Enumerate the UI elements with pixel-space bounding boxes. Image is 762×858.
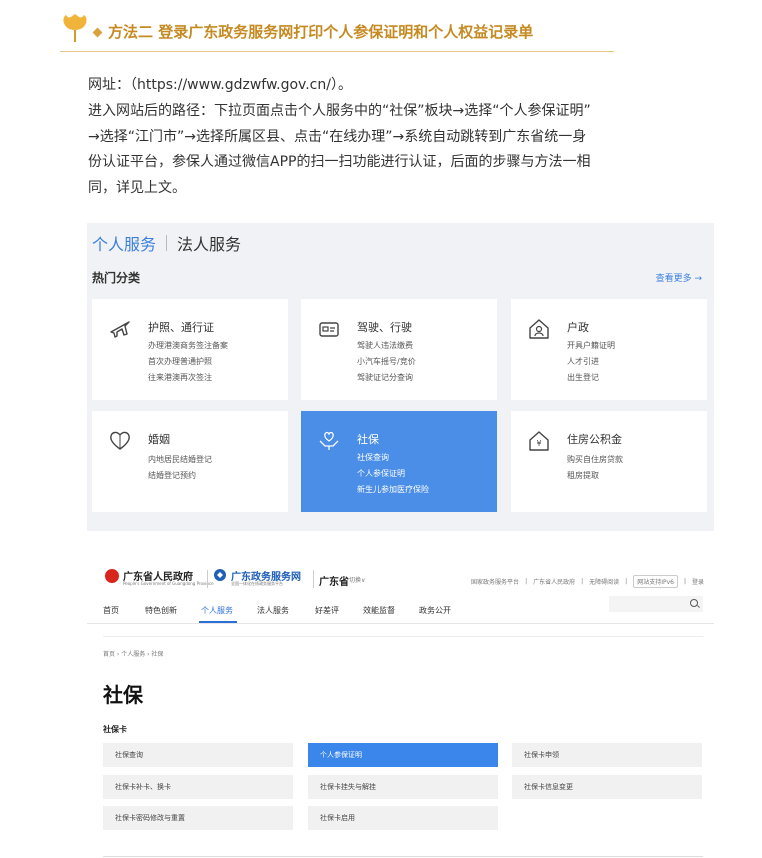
card-title: 社保	[357, 433, 379, 446]
card-link[interactable]: 社保查询	[357, 452, 389, 463]
nav-supervision[interactable]: 效能监督	[363, 605, 395, 616]
card-link[interactable]: 小汽车摇号/竞价	[357, 356, 416, 367]
gov-name-en: People's Government of Guangdong Provinc…	[123, 581, 214, 586]
svg-text:¥: ¥	[536, 439, 541, 448]
house-person-icon	[529, 319, 549, 339]
top-links: 国家政务服务平台 | 广东省人民政府 | 无障碍阅读 | 网站支持IPv6 | …	[471, 575, 704, 588]
header-divider	[207, 570, 208, 588]
tab-personal-service[interactable]: 个人服务	[92, 231, 156, 255]
nav-feedback[interactable]: 好差评	[315, 605, 339, 616]
card-link[interactable]: 个人参保证明	[357, 468, 405, 479]
heading-underline	[60, 14, 614, 52]
nav-featured[interactable]: 特色创新	[145, 605, 177, 616]
category-card-marriage[interactable]: 婚姻 内地居民结婚登记 结婚登记预约	[92, 411, 288, 512]
site-subtitle: 全国一体化在线政务服务平台	[231, 581, 283, 586]
province-label: 广东省	[319, 577, 349, 588]
search-icon[interactable]	[690, 599, 698, 607]
header-divider	[313, 570, 314, 588]
card-title: 驾驶、行驶	[357, 321, 412, 334]
divider	[103, 636, 703, 637]
service-button-card-info-change[interactable]: 社保卡信息变更	[512, 775, 702, 799]
page-title: 社保	[103, 683, 143, 707]
top-link-provincial-gov[interactable]: 广东省人民政府	[533, 577, 575, 586]
social-security-page-screenshot: 广东省人民政府 People's Government of Guangdong…	[87, 556, 714, 858]
nav-gov-affairs[interactable]: 政务公开	[419, 605, 451, 616]
tab-divider	[166, 235, 168, 251]
card-link[interactable]: 首次办理普通护照	[148, 356, 212, 367]
category-card-social-security[interactable]: 社保 社保查询 个人参保证明 新生儿参加医疗保险	[301, 411, 497, 512]
url-paragraph: 网址：（https://www.gdzwfw.gov.cn/）。	[88, 77, 352, 93]
login-link[interactable]: 登录	[692, 577, 704, 586]
yuan-house-icon: ¥	[529, 431, 549, 451]
card-link[interactable]: 开具户籍证明	[567, 340, 615, 351]
card-link[interactable]: 驾驶人违法缴费	[357, 340, 413, 351]
care-hands-icon	[319, 431, 339, 450]
card-link[interactable]: 新生儿参加医疗保险	[357, 484, 429, 495]
service-button-card-apply[interactable]: 社保卡申领	[512, 743, 702, 767]
service-button-query[interactable]: 社保查询	[103, 743, 293, 767]
service-button-card-replace[interactable]: 社保卡补卡、换卡	[103, 775, 293, 799]
service-button-card-password[interactable]: 社保卡密码修改与重置	[103, 806, 293, 830]
top-link-separator: |	[581, 578, 584, 585]
card-title: 户政	[567, 321, 589, 334]
tab-legal-service[interactable]: 法人服务	[177, 231, 241, 255]
top-link-accessible-reading[interactable]: 无障碍阅读	[589, 577, 619, 586]
category-card-household[interactable]: 户政 开具户籍证明 人才引进 出生登记	[511, 299, 707, 400]
card-link[interactable]: 驾驶证记分查询	[357, 372, 413, 383]
view-more-link[interactable]: 查看更多 →	[656, 271, 702, 284]
card-link[interactable]: 往来港澳再次签注	[148, 372, 212, 383]
search-input[interactable]	[609, 596, 703, 612]
card-link[interactable]: 出生登记	[567, 372, 599, 383]
nav-legal-service[interactable]: 法人服务	[257, 605, 289, 616]
national-emblem-icon	[105, 569, 119, 583]
site-header: 广东省人民政府 People's Government of Guangdong…	[87, 556, 714, 600]
nav-active-indicator	[199, 621, 237, 623]
service-button-card-activate[interactable]: 社保卡启用	[308, 806, 498, 830]
switch-province-dropdown[interactable]: 切换∨	[349, 575, 365, 584]
divider	[103, 856, 703, 857]
card-link[interactable]: 结婚登记预约	[148, 470, 196, 481]
card-title: 护照、通行证	[148, 321, 214, 334]
section-title: 社保卡	[103, 725, 127, 734]
hot-categories-title: 热门分类	[92, 271, 141, 285]
plane-icon	[110, 321, 130, 338]
license-icon	[319, 322, 339, 337]
ipv6-badge: 网站支持IPv6	[633, 575, 678, 588]
path-paragraph: 进入网站后的路径：下拉页面点击个人服务中的“社保”板块→选择“个人参保证明” →…	[88, 99, 718, 201]
path-line: 进入网站后的路径：下拉页面点击个人服务中的“社保”板块→选择“个人参保证明”	[88, 103, 591, 119]
card-link[interactable]: 人才引进	[567, 356, 599, 367]
card-link[interactable]: 租房提取	[567, 470, 599, 481]
service-categories-screenshot: 个人服务 法人服务 热门分类 查看更多 → 护照、通行证 办理港澳商务签注备案 …	[87, 223, 714, 531]
breadcrumb[interactable]: 首页 › 个人服务 › 社保	[103, 649, 163, 658]
gdzwfw-logo-icon	[214, 569, 226, 581]
top-link-separator: |	[625, 578, 628, 585]
nav-personal-service[interactable]: 个人服务	[201, 605, 233, 616]
path-line: 份认证平台，参保人通过微信APP的扫一扫功能进行认证，后面的步骤与方法一相	[88, 154, 591, 170]
category-card-housing-fund[interactable]: ¥ 住房公积金 购买自住房贷款 租房提取	[511, 411, 707, 512]
heart-icon	[110, 431, 130, 450]
card-link[interactable]: 购买自住房贷款	[567, 454, 623, 465]
card-link[interactable]: 办理港澳商务签注备案	[148, 340, 228, 351]
top-link-separator: |	[525, 578, 528, 585]
category-card-passport[interactable]: 护照、通行证 办理港澳商务签注备案 首次办理普通护照 往来港澳再次签注	[92, 299, 288, 400]
top-link-national-platform[interactable]: 国家政务服务平台	[471, 577, 519, 586]
service-tabs: 个人服务 法人服务	[92, 231, 241, 255]
service-button-insurance-certificate[interactable]: 个人参保证明	[308, 743, 498, 767]
nav-home[interactable]: 首页	[103, 605, 119, 616]
card-title: 住房公积金	[567, 433, 622, 446]
card-link[interactable]: 内地居民结婚登记	[148, 454, 212, 465]
card-title: 婚姻	[148, 433, 170, 446]
path-line: 同，详见上文。	[88, 179, 186, 196]
category-card-driving[interactable]: 驾驶、行驶 驾驶人违法缴费 小汽车摇号/竞价 驾驶证记分查询	[301, 299, 497, 400]
service-button-card-report-loss[interactable]: 社保卡挂失与解挂	[308, 775, 498, 799]
top-link-separator: |	[683, 578, 686, 585]
path-line: →选择“江门市”→选择所属区县、点击“在线办理”→系统自动跳转到广东省统一身	[88, 128, 587, 145]
